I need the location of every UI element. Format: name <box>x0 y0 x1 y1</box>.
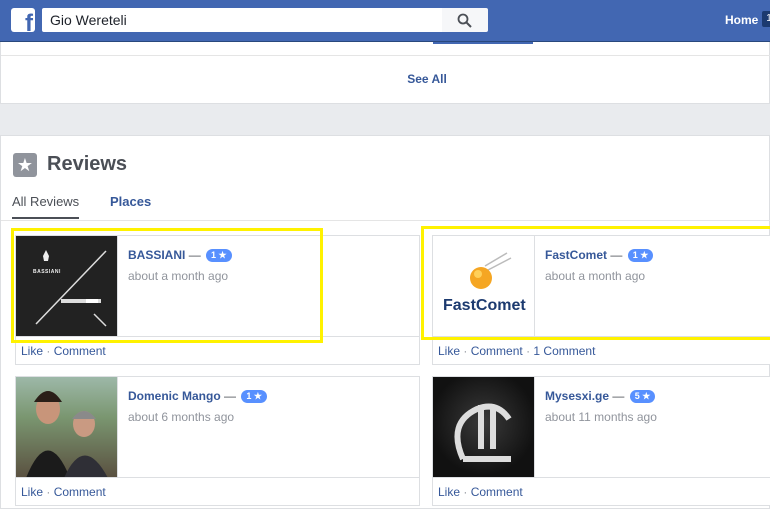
bassiani-logo-icon[interactable]: BASSIANI <box>16 236 118 337</box>
search-icon <box>457 13 472 28</box>
comment-link[interactable]: Comment <box>471 485 523 499</box>
review-info: BASSIANI — 1 ★ about a month ago <box>128 248 413 283</box>
review-info: FastComet — 1 ★ about a month ago <box>545 248 764 283</box>
home-link[interactable]: Home <box>725 13 758 27</box>
separator-dash: — <box>188 248 201 262</box>
review-item: BASSIANI BASSIANI — 1 ★ about a month ag… <box>15 235 420 365</box>
notification-badge: 1 <box>762 11 770 27</box>
search-button[interactable] <box>442 8 488 32</box>
separator-dot: · <box>463 344 468 358</box>
separator-dot: · <box>526 344 531 358</box>
tab-all-reviews[interactable]: All Reviews <box>12 194 80 219</box>
tab-places[interactable]: Places <box>110 194 151 209</box>
bassiani-logo-text: BASSIANI <box>33 269 61 275</box>
review-place-name[interactable]: FastComet <box>545 248 607 262</box>
search-input[interactable] <box>42 8 442 32</box>
review-actions: Like · Comment <box>16 336 419 364</box>
rating-badge: 5 ★ <box>629 390 656 403</box>
review-timestamp[interactable]: about 6 months ago <box>128 410 413 424</box>
review-info: Mysesxi.ge — 5 ★ about 11 months ago <box>545 389 764 424</box>
review-place-name[interactable]: BASSIANI <box>128 248 185 262</box>
previous-section-card: See All <box>0 42 770 104</box>
previous-section-content <box>1 42 770 56</box>
facebook-logo-icon[interactable]: f <box>11 8 35 32</box>
reviews-tabs: All Reviews Places <box>1 194 770 221</box>
review-actions: Like · Comment <box>16 477 419 505</box>
like-link[interactable]: Like <box>21 485 43 499</box>
reviews-title: Reviews <box>47 153 128 175</box>
fastcomet-logo-icon[interactable]: FastComet <box>433 236 535 337</box>
see-all-link[interactable]: See All <box>1 72 770 86</box>
mysesxi-logo-icon[interactable] <box>433 377 535 478</box>
separator-dot: · <box>463 485 468 499</box>
comment-link[interactable]: Comment <box>471 344 523 358</box>
review-item: FastComet FastComet — 1 ★ about a month … <box>432 235 770 365</box>
fastcomet-logo-text: FastComet <box>443 297 526 314</box>
review-item: Mysesxi.ge — 5 ★ about 11 months ago Lik… <box>432 376 770 506</box>
separator-dot: · <box>46 485 51 499</box>
previous-section-button-edge <box>433 42 533 44</box>
review-actions: Like · Comment <box>433 477 770 505</box>
review-info: Domenic Mango — 1 ★ about 6 months ago <box>128 389 413 424</box>
comment-link[interactable]: Comment <box>54 485 106 499</box>
comment-link[interactable]: Comment <box>54 344 106 358</box>
review-timestamp[interactable]: about a month ago <box>128 269 413 283</box>
rating-badge: 1 ★ <box>241 390 267 403</box>
review-place-name[interactable]: Domenic Mango <box>128 389 221 403</box>
review-actions: Like · Comment · 1 Comment <box>433 336 770 364</box>
like-link[interactable]: Like <box>438 344 460 358</box>
rating-badge: 1 ★ <box>627 249 654 262</box>
separator-dash: — <box>224 389 237 403</box>
review-place-name[interactable]: Mysesxi.ge <box>545 389 609 403</box>
star-icon: ★ <box>13 153 37 177</box>
comment-count-link[interactable]: 1 Comment <box>533 344 595 358</box>
like-link[interactable]: Like <box>438 485 460 499</box>
review-item: Domenic Mango — 1 ★ about 6 months ago L… <box>15 376 420 506</box>
review-timestamp[interactable]: about 11 months ago <box>545 410 764 424</box>
top-navigation-bar: f Home 1 <box>0 0 770 42</box>
like-link[interactable]: Like <box>21 344 43 358</box>
review-timestamp[interactable]: about a month ago <box>545 269 764 283</box>
separator-dash: — <box>610 248 623 262</box>
profile-photo[interactable] <box>16 377 118 478</box>
separator-dash: — <box>612 389 625 403</box>
separator-dot: · <box>46 344 51 358</box>
rating-badge: 1 ★ <box>206 249 232 262</box>
